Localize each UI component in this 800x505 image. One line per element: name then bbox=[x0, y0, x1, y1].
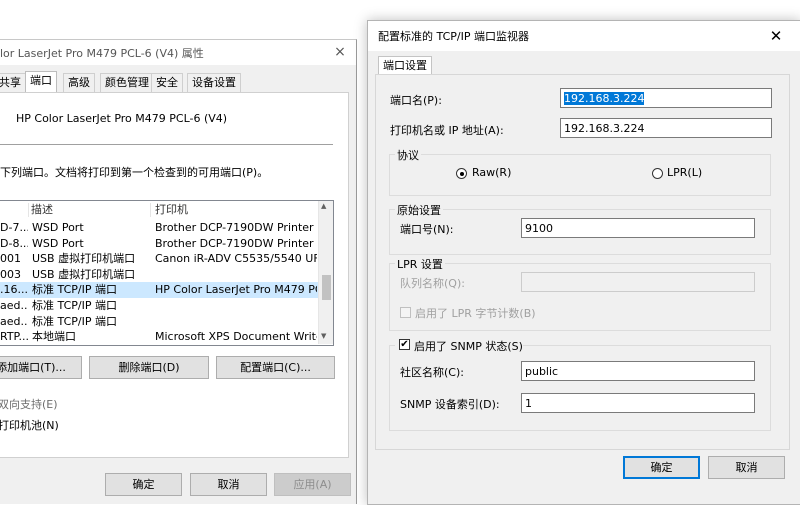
port-cell: aed... bbox=[0, 314, 28, 328]
close-icon[interactable]: ✕ bbox=[764, 25, 788, 47]
port-cell: RTP... bbox=[0, 330, 28, 344]
port-cell: .16... bbox=[0, 283, 28, 297]
tab-device-settings[interactable]: 设备设置 bbox=[187, 73, 241, 92]
apply-button[interactable]: 应用(A) bbox=[274, 473, 351, 496]
tab-security[interactable]: 安全 bbox=[151, 73, 183, 92]
title-bar: 配置标准的 TCP/IP 端口监视器 ✕ bbox=[368, 21, 800, 51]
snmp-device-index-input[interactable]: 1 bbox=[521, 393, 755, 413]
port-list[interactable]: 描述 打印机 D-7... WSD Port Brother DCP-7190DW … bbox=[0, 200, 334, 346]
printer-cell: Brother DCP-7190DW Printer (... bbox=[155, 221, 317, 234]
port-name-value: 192.168.3.224 bbox=[564, 92, 645, 105]
dialog-title: 配置标准的 TCP/IP 端口监视器 bbox=[378, 30, 529, 43]
title-bar: lor LaserJet Pro M479 PCL-6 (V4) 属性 × bbox=[0, 40, 356, 65]
description-cell: 标准 TCP/IP 端口 bbox=[32, 314, 117, 328]
configure-port-button[interactable]: 配置端口(C)... bbox=[216, 356, 335, 379]
column-header-description[interactable]: 描述 bbox=[31, 201, 151, 219]
vertical-scrollbar[interactable]: ▲ ▼ bbox=[318, 201, 333, 344]
ok-button[interactable]: 确定 bbox=[105, 473, 182, 496]
column-divider bbox=[150, 203, 151, 217]
cancel-button[interactable]: 取消 bbox=[190, 473, 267, 496]
lpr-settings-title: LPR 设置 bbox=[395, 256, 445, 272]
port-row[interactable]: 001 USB 虚拟打印机端口 Canon iR-ADV C5535/5540 UF… bbox=[0, 251, 318, 267]
column-header-printer[interactable]: 打印机 bbox=[155, 201, 315, 219]
tab-port-settings[interactable]: 端口设置 bbox=[378, 56, 432, 75]
port-row[interactable]: 003 USB 虚拟打印机端口 bbox=[0, 267, 318, 283]
port-cell: aed... bbox=[0, 299, 28, 312]
radio-selected-dot bbox=[459, 171, 464, 176]
delete-port-button[interactable]: 删除端口(D) bbox=[89, 356, 209, 379]
host-input[interactable]: 192.168.3.224 bbox=[560, 118, 772, 138]
port-cell: D-7... bbox=[0, 221, 28, 234]
port-name-label: 端口名(P): bbox=[390, 94, 442, 107]
column-header-port[interactable] bbox=[0, 201, 30, 219]
host-label: 打印机名或 IP 地址(A): bbox=[390, 124, 504, 137]
queue-name-input[interactable] bbox=[521, 272, 755, 292]
column-divider bbox=[28, 203, 29, 217]
port-number-input[interactable]: 9100 bbox=[521, 218, 755, 238]
printer-pooling-checkbox[interactable]: 打印机池(N) bbox=[0, 417, 59, 433]
port-row[interactable]: aed... 标准 TCP/IP 端口 bbox=[0, 298, 318, 314]
ok-button[interactable]: 确定 bbox=[623, 456, 700, 479]
raw-radio-label[interactable]: Raw(R) bbox=[472, 166, 511, 179]
port-row[interactable]: D-7... WSD Port Brother DCP-7190DW Printer… bbox=[0, 220, 318, 236]
lpr-radio[interactable] bbox=[652, 168, 663, 179]
tab-sharing[interactable]: 共享 bbox=[0, 73, 26, 92]
port-cell: 001 bbox=[0, 252, 21, 266]
printer-cell: HP Color LaserJet Pro M479 PC... bbox=[155, 283, 317, 297]
printer-cell: Microsoft XPS Document Write... bbox=[155, 330, 317, 344]
scroll-down-icon[interactable]: ▼ bbox=[321, 332, 326, 340]
lpr-byte-count-label: 启用了 LPR 字节计数(B) bbox=[415, 307, 536, 320]
snmp-enabled-label[interactable]: 启用了 SNMP 状态(S) bbox=[414, 338, 523, 354]
tab-color-management[interactable]: 颜色管理 bbox=[100, 73, 154, 92]
raw-settings-title: 原始设置 bbox=[395, 202, 443, 218]
scrollbar-thumb[interactable] bbox=[322, 275, 331, 300]
raw-radio[interactable] bbox=[456, 168, 467, 179]
description-cell: USB 虚拟打印机端口 bbox=[32, 267, 136, 281]
description-cell: 标准 TCP/IP 端口 bbox=[32, 299, 117, 312]
port-row[interactable]: RTP... 本地端口 Microsoft XPS Document Write..… bbox=[0, 329, 318, 345]
divider bbox=[0, 144, 333, 145]
port-name-input[interactable]: 192.168.3.224 bbox=[560, 88, 772, 108]
tab-advanced[interactable]: 高级 bbox=[63, 73, 95, 92]
description-cell: 本地端口 bbox=[32, 330, 76, 344]
description-cell: 标准 TCP/IP 端口 bbox=[32, 283, 117, 297]
port-row[interactable]: D-8... WSD Port Brother DCP-7190DW Printer… bbox=[0, 236, 318, 252]
port-row[interactable]: aed... 标准 TCP/IP 端口 bbox=[0, 314, 318, 330]
printer-name: HP Color LaserJet Pro M479 PCL-6 (V4) bbox=[16, 112, 228, 125]
port-cell: D-8... bbox=[0, 236, 28, 250]
description-cell: USB 虚拟打印机端口 bbox=[32, 252, 136, 266]
snmp-device-index-label: SNMP 设备索引(D): bbox=[400, 398, 500, 411]
printer-cell: Brother DCP-7190DW Printer (... bbox=[155, 236, 317, 250]
port-number-label: 端口号(N): bbox=[400, 223, 454, 236]
lpr-byte-count-checkbox[interactable] bbox=[400, 307, 411, 318]
bidirectional-support-checkbox[interactable]: 双向支持(E) bbox=[0, 396, 58, 412]
tcpip-port-monitor-dialog: 配置标准的 TCP/IP 端口监视器 ✕ 端口设置 端口名(P): 192.16… bbox=[367, 20, 800, 505]
snmp-enabled-checkbox[interactable]: ✔ bbox=[399, 339, 410, 350]
tab-ports[interactable]: 端口 bbox=[25, 71, 57, 93]
description-cell: WSD Port bbox=[32, 221, 84, 234]
queue-name-label: 队列名称(Q): bbox=[400, 277, 465, 290]
port-rows: D-7... WSD Port Brother DCP-7190DW Printer… bbox=[0, 220, 318, 345]
snmp-group bbox=[389, 345, 771, 431]
cancel-button[interactable]: 取消 bbox=[708, 456, 785, 479]
printer-cell: Canon iR-ADV C5535/5540 UF... bbox=[155, 252, 317, 266]
printer-properties-window: lor LaserJet Pro M479 PCL-6 (V4) 属性 × 共享… bbox=[0, 39, 357, 504]
description-cell: WSD Port bbox=[32, 236, 84, 250]
ports-description: 下列端口。文档将打印到第一个检查到的可用端口(P)。 bbox=[0, 166, 269, 179]
scroll-up-icon[interactable]: ▲ bbox=[321, 202, 326, 210]
port-row[interactable]: .16... 标准 TCP/IP 端口 HP Color LaserJet Pro … bbox=[0, 282, 318, 298]
protocol-group-title: 协议 bbox=[395, 147, 421, 163]
close-icon[interactable]: × bbox=[330, 42, 350, 62]
add-port-button[interactable]: 添加端口(T)... bbox=[0, 356, 82, 379]
lpr-radio-label[interactable]: LPR(L) bbox=[667, 166, 702, 179]
community-name-label: 社区名称(C): bbox=[400, 366, 464, 379]
port-cell: 003 bbox=[0, 267, 21, 281]
window-title: lor LaserJet Pro M479 PCL-6 (V4) 属性 bbox=[0, 47, 204, 60]
community-name-input[interactable]: public bbox=[521, 361, 755, 381]
protocol-group bbox=[389, 154, 771, 196]
